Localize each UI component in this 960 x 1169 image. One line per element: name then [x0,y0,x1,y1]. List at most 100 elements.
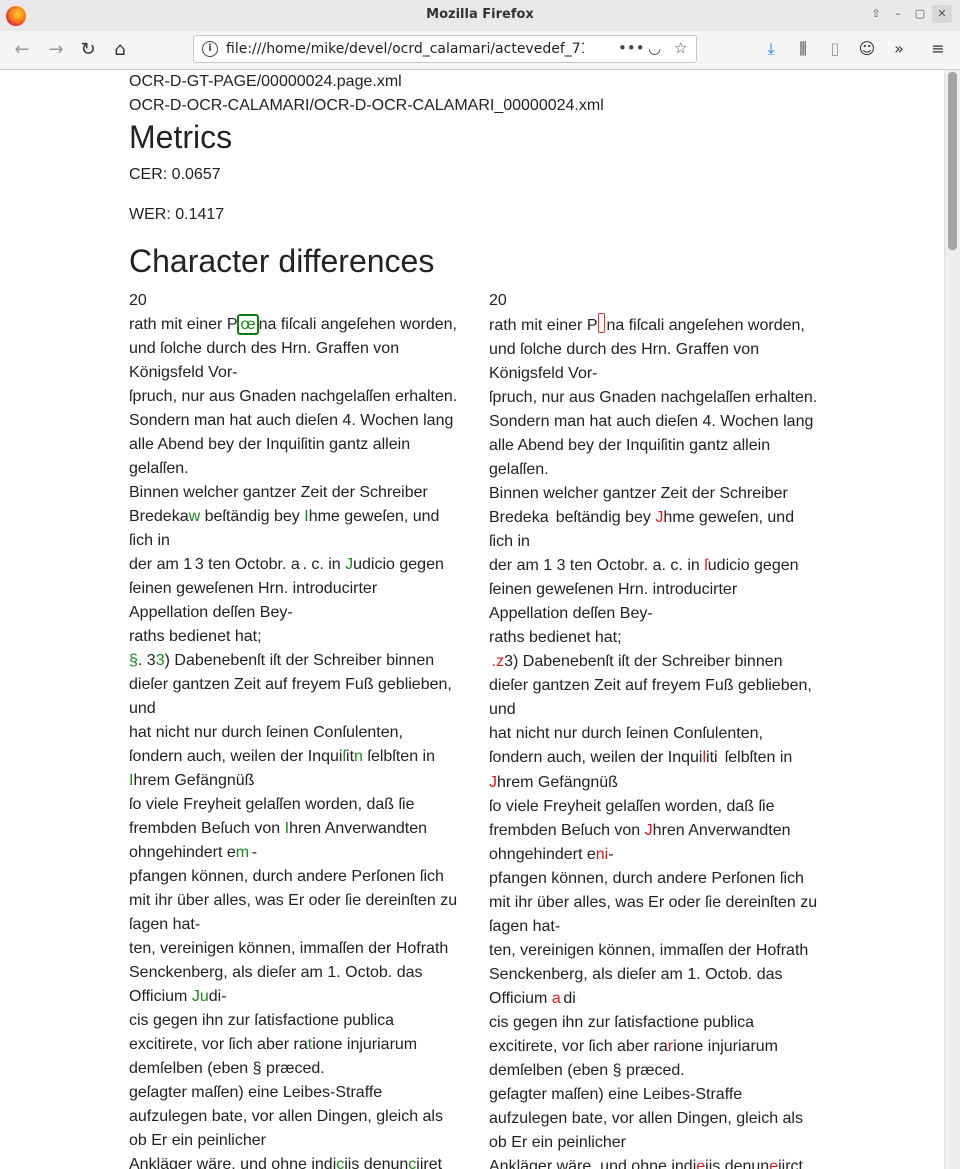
diff-line: hat nicht nur durch ſeinen Conſulenten, [489,722,829,746]
diff-line: Senckenberg, als dieſer am 1. Octob. das [129,961,469,985]
diff-line: mit ihr über alles, was Er oder ſie dere… [489,891,829,915]
diff-line: gelaſſen. [129,457,469,481]
diff-text: . 3 [137,652,156,670]
diff-line: geſagter maſſen) eine Leibes-Straffe [489,1083,829,1107]
diff-text: ten, vereinigen können, immaſſen der Hof… [129,940,449,958]
diff-text: und [129,700,156,718]
url-text[interactable]: file:///home/mike/devel/ocrd_calamari/ac… [226,41,584,57]
diff-line: und ſolche durch des Hrn. Graffen von [129,337,469,361]
diff-text: hme geweſen, und [663,509,795,527]
diff-line: cis gegen ihn zur ſatisfactione publica [489,1011,829,1035]
diff-segment: Ju [191,988,209,1006]
diff-line: alle Abend bey der Inquiſitin gantz alle… [129,433,469,457]
diff-text: 20 [489,292,507,309]
diff-line: ten, vereinigen können, immaſſen der Hof… [129,937,469,961]
forward-icon[interactable]: → [43,38,69,62]
diff-line: gelaſſen. [489,458,829,482]
diff-line: excitirete, vor ſich aber rarione injuri… [489,1035,829,1059]
diff-line: ob Er ein peinlicher [129,1129,469,1153]
diff-text: und ſolche durch des Hrn. Graffen von [489,341,760,358]
window-titlebar: Mozilla Firefox ⇧ – ▢ ✕ [0,0,960,32]
scrollbar[interactable] [944,70,960,1169]
close-icon[interactable]: ✕ [932,5,952,23]
back-icon[interactable]: ← [9,38,35,62]
window-up-icon[interactable]: ⇧ [866,5,886,23]
more-icon[interactable]: ••• [618,39,645,57]
reload-icon[interactable]: ↻ [75,38,101,62]
diff-text: beſtändig bey [200,508,305,525]
diff-text: gelaſſen. [489,461,549,478]
diff-line: Sondern man hat auch dieſen 4. Wochen la… [489,410,829,434]
diff-text: ſagen hat- [489,917,561,935]
menu-icon[interactable]: ≡ [927,39,949,58]
diff-text: ſich in [489,533,530,551]
diff-segment: J [345,556,354,574]
diff-text: gelaſſen. [129,460,189,477]
diff-segment: 3 [155,652,165,670]
diff-text: Ankläger wäre, und ohne indi [489,1157,697,1169]
diff-text: Officium [129,988,192,1006]
diff-text: ob Er ein peinlicher [489,1133,626,1151]
scrollbar-thumb[interactable] [948,72,957,250]
diff-text: Binnen welcher gantzer Zeit der Schreibe… [129,484,428,501]
diff-segment: · [575,993,579,1003]
account-icon[interactable]: ☺ [856,39,878,58]
gt-column: 20 rath mit einer Pœ na fiſcali angeſehen … [129,289,469,1169]
diff-text: und ſolche durch des Hrn. Graffen von [129,340,400,357]
maximize-icon[interactable]: ▢ [910,5,930,23]
overflow-icon[interactable]: » [888,39,910,58]
downloads-icon[interactable]: ⤓ [760,39,782,59]
reader-icon[interactable]: ▯ [824,39,846,58]
diff-line: ſo viele Freyheit gelaſſen worden, daß ſ… [489,795,829,819]
diff-line: und ſolche durch des Hrn. Graffen von [489,338,829,362]
diff-line: geſagter maſſen) eine Leibes-Straffe [129,1081,469,1105]
diff-line: Officium a·di· [489,987,829,1011]
diff-text: iti [706,749,718,767]
diff-text: hat nicht nur durch ſeinen Conſulenten, [489,725,763,743]
diff-text: di [563,989,576,1007]
gt-filename: OCR-D-GT-PAGE/00000024.page.xml [129,73,402,90]
cer-value: CER: 0.0657 [129,166,221,183]
diff-text: und [489,701,516,719]
window-title: Mozilla Firefox [426,7,534,22]
diff-line: ohngehindert eni- [489,843,829,867]
diff-line: Ankläger wäre, und ohne indiciis denunci… [129,1153,469,1169]
minimize-icon[interactable]: – [888,5,908,23]
home-icon[interactable]: ⌂ [107,38,133,62]
diff-text: raths bedienet hat; [129,628,262,646]
diff-line: ten, vereinigen können, immaſſen der Hof… [489,939,829,963]
diff-text: beſtändig bey [551,509,656,527]
diff-segment: œ [237,314,259,335]
diff-line: 20 [489,289,829,313]
diff-line: Sondern man hat auch dieſen 4. Wochen la… [129,409,469,433]
diff-line: rath mit einer Pœ na fiſcali angeſehen wo… [129,313,469,337]
diff-line: pfangen können, durch andere Perſonen ſi… [489,867,829,891]
diff-text: Ankläger wäre, und ohne indi [129,1156,337,1169]
diff-text: iis denun [344,1156,409,1169]
diff-text: mit ihr über alles, was Er oder ſie dere… [489,893,818,911]
diff-text: na fiſcali angeſehen worden, [258,316,457,333]
diff-line: 20 [129,289,469,313]
info-icon[interactable]: i [202,41,218,57]
bookmark-star-icon[interactable]: ☆ [674,39,687,57]
diff-text: hrem Gefängnüß [133,772,255,790]
diff-text: 20 [129,292,147,309]
diff-line: demſelben (eben § præced. [489,1059,829,1083]
diff-segment: m [235,844,250,862]
library-icon[interactable]: ⫼ [792,39,814,59]
diff-line: Officium Judi- [129,985,469,1009]
diff-line: hat nicht nur durch ſeinen Conſulenten, [129,721,469,745]
diff-text: Binnen welcher gantzer Zeit der Schreibe… [489,485,788,502]
diff-line: ſagen hat- [489,915,829,939]
diff-text: demſelben (eben § præced. [489,1061,685,1079]
diff-text: ſondern auch, weilen der Inqui [489,749,703,767]
diff-text: hat nicht nur durch ſeinen Conſulenten, [129,724,403,742]
diff-line: pfangen können, durch andere Perſonen ſi… [129,865,469,889]
diff-line: ſeinen geweſenen Hrn. introducirter [489,578,829,602]
pocket-icon[interactable]: ◡ [648,39,661,57]
url-bar[interactable]: i file:///home/mike/devel/ocrd_calamari/… [193,35,697,63]
diff-line: aufzulegen bate, vor allen Dingen, gleic… [489,1107,829,1131]
diff-text: ſondern auch, weilen der Inqui [129,748,343,766]
diff-line: ob Er ein peinlicher [489,1131,829,1155]
diff-text: aufzulegen bate, vor allen Dingen, gleic… [129,1108,443,1126]
